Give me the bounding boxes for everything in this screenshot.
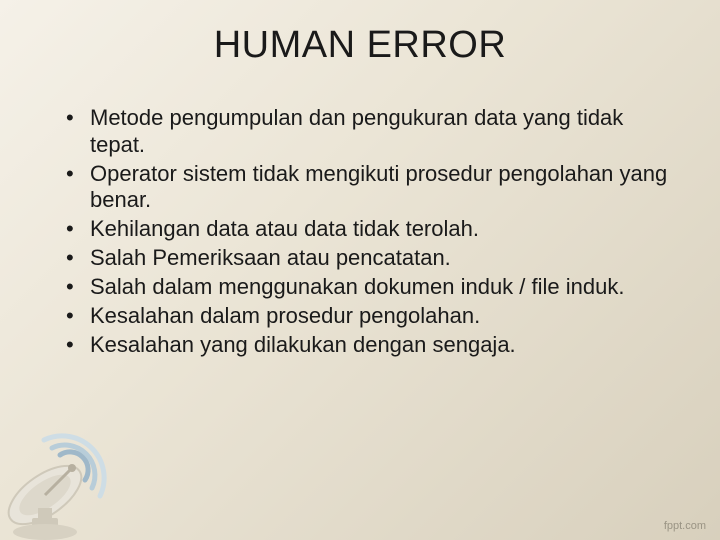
list-item: Kehilangan data atau data tidak terolah. <box>66 216 672 243</box>
slide-title: HUMAN ERROR <box>48 24 672 67</box>
list-item: Salah dalam menggunakan dokumen induk / … <box>66 274 672 301</box>
list-item: Kesalahan yang dilakukan dengan sengaja. <box>66 332 672 359</box>
list-item: Kesalahan dalam prosedur pengolahan. <box>66 303 672 330</box>
list-item: Salah Pemeriksaan atau pencatatan. <box>66 245 672 272</box>
slide: HUMAN ERROR Metode pengumpulan dan pengu… <box>0 0 720 540</box>
satellite-dish-icon <box>0 400 140 540</box>
footer-brand: fppt.com <box>664 520 706 532</box>
list-item: Metode pengumpulan dan pengukuran data y… <box>66 105 672 159</box>
bullet-list: Metode pengumpulan dan pengukuran data y… <box>48 105 672 358</box>
list-item: Operator sistem tidak mengikuti prosedur… <box>66 161 672 215</box>
